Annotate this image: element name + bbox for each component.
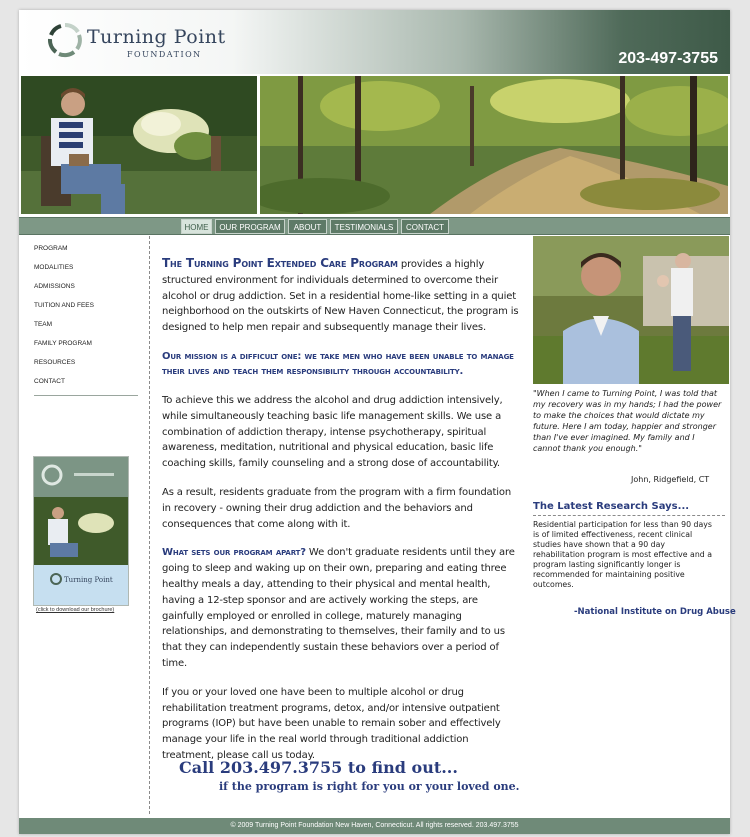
brochure-download-link[interactable]: (click to download our brochure) — [36, 607, 114, 613]
content-divider — [149, 236, 150, 814]
research-title: The Latest Research Says... — [533, 501, 690, 512]
nav-home[interactable]: HOME — [181, 219, 212, 234]
program-title: The Turning Point Extended Care Program — [162, 256, 398, 270]
testimonial-photo — [533, 236, 729, 384]
intro-body: provides a highly structured environment… — [162, 259, 519, 334]
man-reading-photo — [21, 76, 257, 214]
mission-statement: Our mission is a difficult one: we take … — [162, 350, 514, 378]
sidebar-item-resources[interactable]: RESOURCES — [34, 358, 144, 377]
call-paragraph: If you or your loved one have been to mu… — [162, 686, 501, 761]
sidebar-item-family-program[interactable]: FAMILY PROGRAM — [34, 339, 144, 358]
call-to-action: Call 203.497.3755 to find out... if the … — [179, 758, 519, 793]
logo-subtitle: FOUNDATION — [127, 50, 202, 59]
nav-our-program[interactable]: OUR PROGRAM — [215, 219, 285, 234]
result-paragraph: As a result, residents graduate from the… — [162, 486, 512, 530]
brochure-thumbnail[interactable]: Turning Point — [33, 456, 129, 606]
research-source: -National Institute on Drug Abuse — [574, 607, 736, 617]
nav-about[interactable]: ABOUT — [288, 219, 327, 234]
research-divider — [533, 515, 725, 516]
nav-contact[interactable]: CONTACT — [401, 219, 449, 234]
site-header: Turning Point FOUNDATION 203-497-3755 — [19, 10, 730, 74]
forest-path-photo — [260, 76, 728, 214]
header-phone: 203-497-3755 — [618, 50, 718, 67]
site-footer: © 2009 Turning Point Foundation New Have… — [19, 818, 730, 834]
approach-paragraph: To achieve this we address the alcohol a… — [162, 394, 503, 470]
intro-paragraph: The Turning Point Extended Care Program … — [162, 256, 519, 336]
page: Turning Point FOUNDATION 203-497-3755 HO… — [19, 10, 736, 834]
nav-testimonials[interactable]: TESTIMONIALS — [330, 219, 398, 234]
sidebar-item-admissions[interactable]: ADMISSIONS — [34, 282, 144, 301]
cta-phone-line: Call 203.497.3755 to find out... — [179, 758, 458, 777]
brochure-logo-text: Turning Point — [64, 576, 113, 584]
testimonial-quote: "When I came to Turning Point, I was tol… — [533, 389, 722, 453]
sidebar-item-tuition-and-fees[interactable]: TUITION AND FEES — [34, 301, 144, 320]
cta-subline: if the program is right for you or your … — [219, 780, 520, 793]
research-body: Residential participation for less than … — [533, 520, 712, 589]
sidebar-menu: PROGRAM MODALITIES ADMISSIONS TUITION AN… — [34, 244, 144, 396]
difference-heading: What sets our program apart? — [162, 547, 306, 559]
difference-body: We don't graduate residents until they a… — [162, 547, 515, 669]
logo-name[interactable]: Turning Point — [87, 26, 226, 48]
sidebar-item-program[interactable]: PROGRAM — [34, 244, 144, 263]
sidebar-item-contact[interactable]: CONTACT — [34, 377, 144, 396]
testimonial-author: John, Ridgefield, CT — [631, 475, 710, 484]
sidebar-item-team[interactable]: TEAM — [34, 320, 144, 339]
main-content: The Turning Point Extended Care Program … — [162, 256, 519, 777]
sidebar-item-modalities[interactable]: MODALITIES — [34, 263, 144, 282]
difference-paragraph: What sets our program apart? We don't gr… — [162, 545, 519, 671]
main-nav: HOME OUR PROGRAM ABOUT TESTIMONIALS CONT… — [19, 217, 730, 235]
logo-circle-icon — [48, 23, 82, 58]
sidebar-divider — [34, 395, 138, 396]
